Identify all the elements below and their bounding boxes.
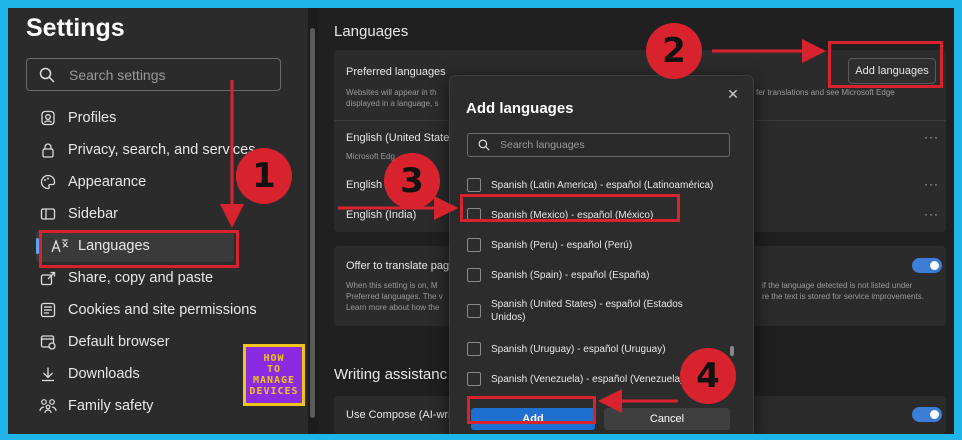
preferred-languages-desc: Websites will appear in th (346, 88, 437, 97)
sidebar-item-label: Family safety (68, 398, 154, 414)
offer-translate-desc: Preferred languages. The v (346, 292, 443, 301)
cookies-icon (38, 300, 58, 320)
checkbox[interactable] (467, 342, 481, 356)
language-option-label: Spanish (Venezuela) - español (Venezuela… (491, 373, 684, 385)
search-settings-box[interactable] (26, 58, 281, 91)
step-badge-2: 2 (646, 23, 702, 79)
sidebar-item-label: Cookies and site permissions (68, 302, 257, 318)
lock-icon (38, 140, 58, 160)
language-row-name: English (India) (346, 209, 417, 221)
highlight-languages (39, 230, 239, 268)
search-icon (39, 67, 55, 83)
sidebar-item-label: Privacy, search, and services (68, 142, 256, 158)
learn-more-link[interactable]: Learn more about how the (346, 302, 439, 313)
language-row-name: English (346, 179, 383, 191)
preferred-languages-desc-2: displayed in a language, s (346, 99, 439, 108)
language-option-label: Spanish (Spain) - español (España) (491, 269, 650, 281)
how-to-manage-devices-logo: HOW TO MANAGE DEVICES (243, 344, 305, 406)
share-icon (38, 268, 58, 288)
more-options-icon[interactable]: ··· (924, 177, 939, 191)
download-icon (38, 364, 58, 384)
offer-translate-toggle[interactable] (912, 258, 942, 273)
language-option[interactable]: Spanish (Peru) - español (Perú) (467, 238, 735, 252)
offer-translate-desc: When this setting is on, M (346, 281, 438, 290)
language-option[interactable]: Spanish (United States) - español (Estad… (467, 298, 697, 324)
language-option[interactable]: Spanish (Spain) - español (España) (467, 268, 735, 282)
checkbox[interactable] (467, 372, 481, 386)
logo-text: TO (266, 364, 282, 375)
sidebar-item-profiles[interactable]: Profiles (26, 102, 301, 134)
profile-icon (38, 108, 58, 128)
checkbox[interactable] (467, 304, 481, 318)
settings-window: Settings Profiles Privacy, search, and s… (8, 8, 954, 434)
checkbox[interactable] (467, 178, 481, 192)
step-badge-3: 3 (384, 153, 440, 209)
search-icon (478, 139, 490, 151)
language-option[interactable]: Spanish (Latin America) - español (Latin… (467, 178, 735, 192)
step-badge-1: 1 (236, 148, 292, 204)
appearance-icon (38, 172, 58, 192)
offer-translate-title: Offer to translate pag (346, 260, 450, 272)
language-option-label: Spanish (Uruguay) - español (Uruguay) (491, 343, 666, 355)
family-icon (38, 396, 58, 416)
language-option-label: Spanish (Latin America) - español (Latin… (491, 179, 714, 191)
sidebar-item-label: Default browser (68, 334, 170, 350)
sidebar-item-label: Sidebar (68, 206, 118, 222)
offer-translate-desc-right: if the language detected is not listed u… (762, 281, 913, 290)
offer-translate-desc-right: re the text is stored for service improv… (762, 292, 924, 301)
sidebar-item-label: Share, copy and paste (68, 270, 214, 286)
browser-icon (38, 332, 58, 352)
language-option-label: Spanish (Peru) - español (Perú) (491, 239, 633, 251)
logo-text: DEVICES (249, 386, 299, 397)
language-row-sub: Microsoft Edg (346, 152, 395, 161)
sidebar-icon (38, 204, 58, 224)
search-languages-box[interactable] (467, 133, 730, 157)
highlight-spanish-mexico (460, 194, 680, 222)
checkbox[interactable] (467, 268, 481, 282)
settings-title: Settings (26, 14, 125, 42)
highlight-add-button (467, 396, 596, 424)
logo-text: HOW (263, 353, 285, 364)
step-badge-4: 4 (680, 348, 736, 404)
preferred-languages-title: Preferred languages (346, 66, 446, 78)
sidebar-scrollbar[interactable] (308, 8, 318, 434)
search-languages-input[interactable] (500, 139, 720, 151)
writing-assistance-title: Writing assistanc (334, 366, 448, 383)
compose-toggle[interactable] (912, 407, 942, 422)
more-options-icon[interactable]: ··· (924, 130, 939, 144)
close-icon[interactable]: ✕ (725, 86, 741, 102)
language-row-name: English (United States (346, 132, 455, 144)
language-option-label: Spanish (United States) - español (Estad… (491, 299, 683, 323)
checkbox[interactable] (467, 238, 481, 252)
sidebar-item-cookies[interactable]: Cookies and site permissions (26, 294, 301, 326)
dialog-title: Add languages (466, 100, 574, 117)
dialog-scrollbar[interactable] (730, 346, 734, 356)
search-settings-input[interactable] (69, 66, 239, 83)
logo-text: MANAGE (252, 375, 296, 386)
languages-section-title: Languages (334, 23, 409, 40)
highlight-add-languages (828, 41, 943, 88)
sidebar-item-label: Downloads (68, 366, 140, 382)
sidebar-item-label: Profiles (68, 110, 117, 126)
cancel-button[interactable]: Cancel (604, 408, 730, 430)
scrollbar-thumb[interactable] (310, 28, 315, 418)
sidebar-item-label: Appearance (68, 174, 147, 190)
preferred-languages-desc-right: fer translations and see Microsoft Edge (756, 88, 895, 97)
compose-label: Use Compose (AI-writ (346, 409, 454, 421)
more-options-icon[interactable]: ··· (924, 207, 939, 221)
